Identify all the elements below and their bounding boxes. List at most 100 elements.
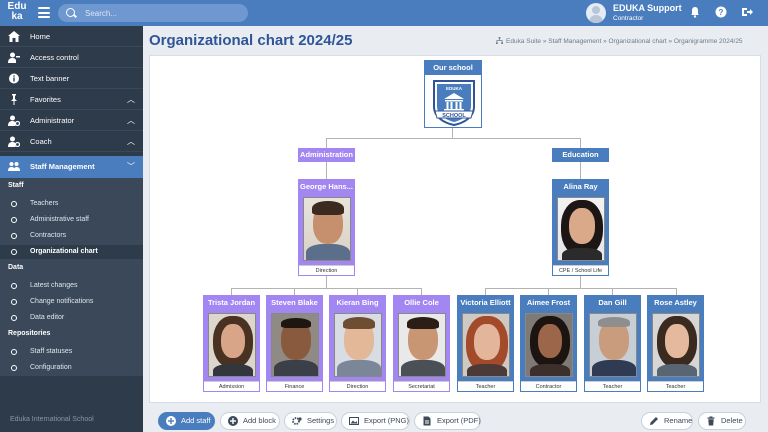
org-node-title: Our school: [425, 61, 481, 75]
delete-button[interactable]: Delete: [698, 412, 746, 430]
circle-icon: [11, 283, 17, 289]
user-gear-icon: [8, 136, 20, 147]
bell-icon[interactable]: [688, 6, 702, 20]
staff-name: Dan Gill: [585, 296, 640, 310]
app-logo[interactable]: Edu ka: [4, 2, 30, 24]
add-block-button[interactable]: Add block: [220, 412, 280, 430]
user-key-icon: [8, 52, 20, 63]
sidebar-link-change-notifications[interactable]: Change notifications: [0, 295, 143, 309]
sidebar-item-access-control[interactable]: Access control: [0, 47, 143, 68]
staff-photo: [557, 197, 605, 261]
staff-name: Ollie Cole: [394, 296, 449, 310]
circle-icon: [11, 233, 17, 239]
org-node-aimee[interactable]: Aimee Frost Contractor: [520, 295, 577, 392]
info-icon: [9, 73, 19, 84]
search-input[interactable]: [85, 7, 235, 19]
sidebar-item-staff-management[interactable]: Staff Management ﹀: [0, 156, 143, 178]
sidebar-link-configuration[interactable]: Configuration: [0, 361, 143, 375]
chevron-down-icon[interactable]: ﹀: [127, 156, 135, 178]
breadcrumb: Eduka Suite » Staff Management » Organiz…: [496, 37, 743, 45]
rename-button[interactable]: Rename: [641, 412, 693, 430]
org-node-kieran[interactable]: Kieran Bing Direction: [329, 295, 386, 392]
sidebar-item-text-banner[interactable]: Text banner: [0, 68, 143, 89]
search-icon: [66, 8, 75, 17]
sidebar-section-data: Data: [8, 264, 24, 271]
plus-circle-icon: [228, 416, 238, 426]
group-label-education[interactable]: Education: [552, 148, 609, 162]
logout-icon[interactable]: [740, 6, 754, 20]
circle-icon: [11, 349, 17, 355]
org-node-root[interactable]: Our school EDUKA SCHOOL: [424, 60, 482, 128]
sidebar-link-teachers[interactable]: Teachers: [0, 197, 143, 211]
sidebar-section-repositories: Repositories: [8, 330, 51, 337]
sidebar-item-home[interactable]: Home: [0, 26, 143, 47]
org-node-trista[interactable]: Trista Jordan Admission: [203, 295, 260, 392]
user-name[interactable]: EDUKA Support: [613, 3, 682, 13]
school-logo-icon: EDUKA SCHOOL: [433, 80, 475, 127]
staff-role: Teacher: [648, 381, 703, 391]
staff-name: Aimee Frost: [521, 296, 576, 310]
staff-name: Steven Blake: [267, 296, 322, 310]
page-title: Organizational chart 2024/25: [149, 32, 353, 49]
staff-photo: [589, 313, 637, 377]
group-label-administration[interactable]: Administration: [298, 148, 355, 162]
svg-text:SCHOOL: SCHOOL: [442, 113, 466, 119]
sidebar-link-contractors[interactable]: Contractors: [0, 229, 143, 243]
settings-button[interactable]: Settings: [284, 412, 337, 430]
staff-photo: [303, 197, 351, 261]
staff-role: Direction: [299, 265, 354, 275]
sidebar-submenu: Staff Teachers Administrative staff Cont…: [0, 178, 143, 376]
staff-name: Trista Jordan: [204, 296, 259, 310]
staff-photo: [398, 313, 446, 377]
sidebar-item-favorites[interactable]: Favorites ︿: [0, 89, 143, 110]
pencil-icon: [650, 417, 658, 425]
help-icon[interactable]: ?: [714, 6, 728, 20]
gears-icon: [292, 417, 302, 425]
staff-name: Rose Astley: [648, 296, 703, 310]
org-node-rose[interactable]: Rose Astley Teacher: [647, 295, 704, 392]
staff-photo: [462, 313, 510, 377]
circle-icon: [11, 365, 17, 371]
sidebar-link-staff-statuses[interactable]: Staff statuses: [0, 345, 143, 359]
circle-icon: [11, 315, 17, 321]
sidebar-link-administrative-staff[interactable]: Administrative staff: [0, 213, 143, 227]
staff-role: Finance: [267, 381, 322, 391]
chevron-up-icon[interactable]: ︿: [127, 110, 135, 131]
staff-photo: [334, 313, 382, 377]
sitemap-icon: [496, 37, 503, 44]
avatar[interactable]: [586, 3, 606, 23]
sidebar-link-data-editor[interactable]: Data editor: [0, 311, 143, 325]
sidebar-link-organizational-chart[interactable]: Organizational chart: [0, 245, 143, 259]
staff-role: Admission: [204, 381, 259, 391]
image-icon: [349, 417, 359, 425]
org-node-george[interactable]: George Hans... Direction: [298, 179, 355, 276]
staff-role: Contractor: [521, 381, 576, 391]
org-node-victoria[interactable]: Victoria Elliott Teacher: [457, 295, 514, 392]
export-pdf-button[interactable]: Export (PDF): [414, 412, 481, 430]
staff-icon: [8, 162, 20, 171]
svg-text:EDUKA: EDUKA: [446, 86, 463, 91]
org-node-alina[interactable]: Alina Ray CPE / School Life: [552, 179, 609, 276]
user-gear-icon: [8, 115, 20, 126]
sidebar-link-latest-changes[interactable]: Latest changes: [0, 279, 143, 293]
chevron-up-icon[interactable]: ︿: [127, 131, 135, 152]
export-png-button[interactable]: Export (PNG): [341, 412, 410, 430]
staff-photo: [652, 313, 700, 377]
staff-role: Teacher: [585, 381, 640, 391]
staff-role: CPE / School Life: [553, 265, 608, 275]
chevron-up-icon[interactable]: ︿: [127, 89, 135, 110]
staff-name: George Hans...: [299, 180, 354, 194]
staff-role: Secretariat: [394, 381, 449, 391]
sidebar-item-administrator[interactable]: Administrator ︿: [0, 110, 143, 131]
sidebar: Home Access control Text banner Favorite…: [0, 26, 143, 432]
menu-icon[interactable]: [38, 7, 50, 18]
org-node-ollie[interactable]: Ollie Cole Secretariat: [393, 295, 450, 392]
staff-role: Direction: [330, 381, 385, 391]
staff-name: Kieran Bing: [330, 296, 385, 310]
add-staff-button[interactable]: Add staff: [158, 412, 215, 430]
org-node-steven[interactable]: Steven Blake Finance: [266, 295, 323, 392]
plus-circle-icon: [166, 416, 176, 426]
org-node-dan[interactable]: Dan Gill Teacher: [584, 295, 641, 392]
user-role: Contractor: [613, 15, 644, 22]
sidebar-item-coach[interactable]: Coach ︿: [0, 131, 143, 152]
